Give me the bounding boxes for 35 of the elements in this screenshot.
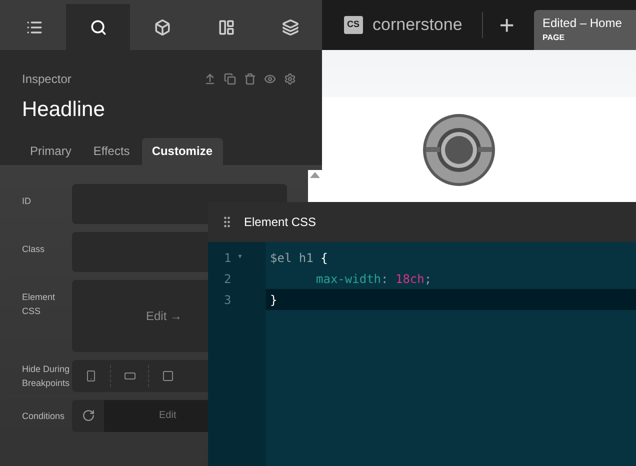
field-label: Element CSS bbox=[21, 290, 56, 318]
eye-icon[interactable] bbox=[264, 73, 276, 85]
panel-label: Inspector bbox=[22, 71, 72, 88]
field-label: Class bbox=[21, 242, 46, 256]
field-label: Conditions bbox=[21, 410, 66, 422]
settings-icon[interactable] bbox=[284, 73, 296, 85]
field-label: Hide During Breakpoints bbox=[21, 362, 71, 390]
layout-icon bbox=[218, 18, 234, 36]
add-button[interactable]: + bbox=[499, 12, 514, 38]
inspector-tab[interactable]: Effects bbox=[83, 138, 140, 164]
element-title: Headline bbox=[21, 97, 106, 123]
arrow-up-icon[interactable] bbox=[204, 73, 216, 85]
list-icon bbox=[26, 18, 42, 36]
cube-icon bbox=[154, 18, 170, 36]
search-tab[interactable] bbox=[66, 4, 130, 50]
logo-badge: CS bbox=[344, 16, 363, 34]
line-number: 1 bbox=[224, 250, 232, 266]
field-label: ID bbox=[21, 194, 32, 208]
fold-toggle[interactable]: ▾ bbox=[237, 250, 243, 264]
copy-icon[interactable] bbox=[224, 73, 236, 85]
trash-icon[interactable] bbox=[244, 73, 256, 85]
line-number: 3 bbox=[224, 292, 232, 308]
inspector-tab[interactable]: Customize bbox=[142, 138, 222, 164]
document-type: PAGE bbox=[542, 32, 566, 44]
code-line: $el h1 { bbox=[269, 250, 329, 266]
search-icon bbox=[90, 18, 106, 36]
code-line: max-width: 18ch; bbox=[315, 270, 433, 288]
layers-icon bbox=[282, 18, 298, 36]
conditions-icon bbox=[82, 409, 94, 422]
brand-name: cornerstone bbox=[372, 14, 462, 36]
document-tab[interactable]: Edited – Home PAGE bbox=[534, 10, 636, 50]
document-title: Edited – Home bbox=[542, 15, 623, 32]
panel-title: Element CSS bbox=[244, 214, 316, 231]
inspector-tab[interactable]: Primary bbox=[20, 138, 82, 164]
scroll-up-icon[interactable] bbox=[310, 172, 320, 178]
